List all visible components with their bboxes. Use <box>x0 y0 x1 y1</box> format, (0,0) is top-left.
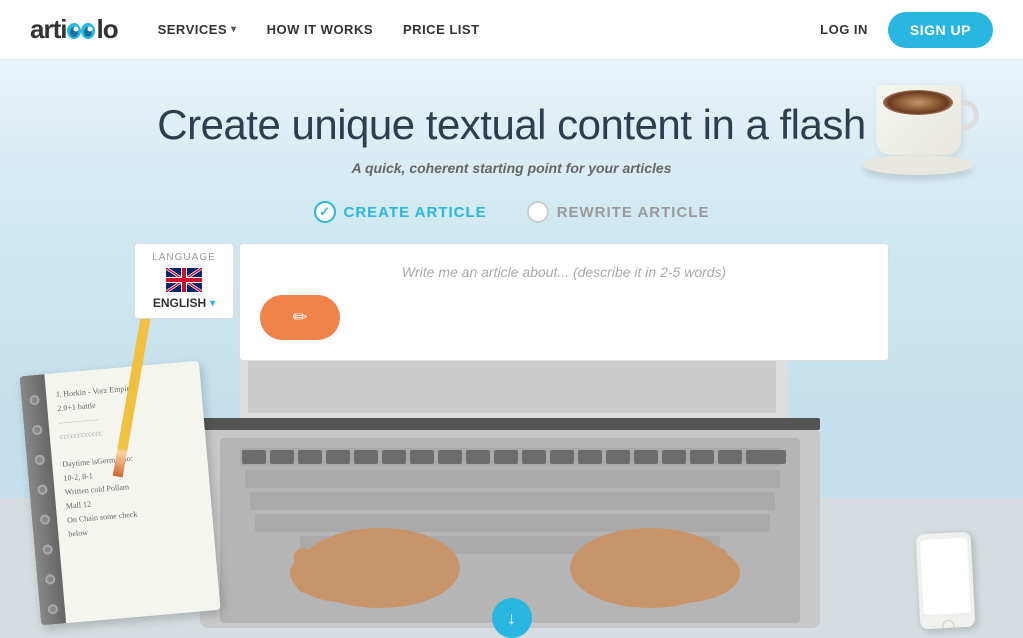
flag-container <box>147 268 221 292</box>
hero-content: Create unique textual content in a flash… <box>0 60 1023 361</box>
phone-screen <box>920 538 971 615</box>
signup-button[interactable]: SIGN UP <box>888 12 993 48</box>
hero-subtitle: A quick, coherent starting point for you… <box>0 160 1023 176</box>
logo-lo: lo <box>96 14 117 44</box>
create-article-radio[interactable] <box>314 201 336 223</box>
nav-right: LOG IN SIGN UP <box>820 12 993 48</box>
navbar: arti lo SERVICES ▾ HOW IT WORKS PRICE LI… <box>0 0 1023 60</box>
nav-price-list[interactable]: PRICE LIST <box>403 22 480 37</box>
hero-title: Create unique textual content in a flash <box>0 100 1023 150</box>
rewrite-article-label: REWRITE ARTICLE <box>557 204 710 221</box>
notebook: J. Horkin - Vorz Empire 2.0+1 battle ———… <box>19 361 220 626</box>
phone-home-button <box>942 620 955 633</box>
hero-section: Create unique textual content in a flash… <box>0 60 1023 638</box>
download-arrow[interactable]: ↓ <box>492 598 532 638</box>
nav-services[interactable]: SERVICES ▾ <box>158 22 237 37</box>
language-label: LANGUAGE <box>147 252 221 263</box>
logo: arti lo <box>30 14 118 45</box>
logo-eyes-container <box>67 22 95 40</box>
login-link[interactable]: LOG IN <box>820 22 868 37</box>
chevron-down-icon: ▾ <box>231 24 237 35</box>
logo-text: arti lo <box>30 14 118 45</box>
create-article-option[interactable]: CREATE ARTICLE <box>314 201 487 223</box>
input-placeholder: Write me an article about... (describe i… <box>260 264 868 280</box>
create-article-label: CREATE ARTICLE <box>344 204 487 221</box>
notebook-text: J. Horkin - Vorz Empire 2.0+1 battle ———… <box>19 361 220 626</box>
nav-how-it-works[interactable]: HOW IT WORKS <box>267 22 373 37</box>
write-button[interactable]: ✏ <box>260 295 340 340</box>
logo-arti: arti <box>30 14 66 44</box>
article-input-box: Write me an article about... (describe i… <box>239 243 889 361</box>
flag-icon <box>166 268 202 292</box>
logo-eyes-svg <box>67 22 95 40</box>
pencil-icon: ✏ <box>292 307 307 328</box>
input-section: LANGUAGE ENGLISH <box>0 243 1023 361</box>
nav-links: SERVICES ▾ HOW IT WORKS PRICE LIST <box>158 22 821 37</box>
rewrite-article-option[interactable]: REWRITE ARTICLE <box>527 201 710 223</box>
rewrite-article-radio[interactable] <box>527 201 549 223</box>
lang-chevron-icon: ▾ <box>210 298 215 309</box>
article-options: CREATE ARTICLE REWRITE ARTICLE <box>0 201 1023 223</box>
language-value[interactable]: ENGLISH ▾ <box>147 296 221 310</box>
language-selector[interactable]: LANGUAGE ENGLISH <box>134 243 234 319</box>
arrow-down-icon: ↓ <box>507 608 516 629</box>
phone <box>916 532 976 630</box>
